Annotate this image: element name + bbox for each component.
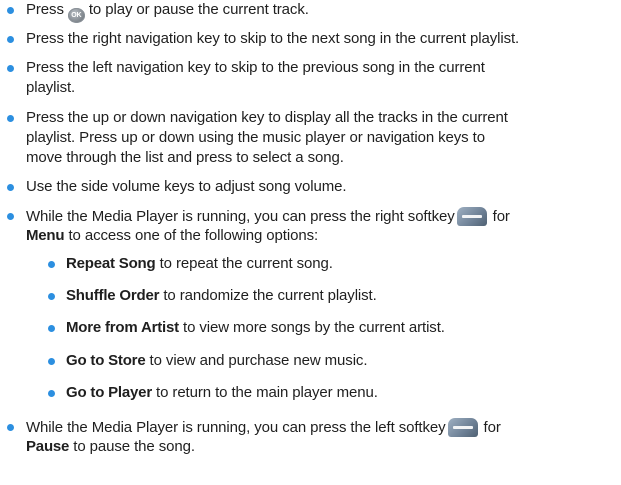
bullet-icon — [48, 358, 55, 365]
list-item-text: Pause to pause the song. — [26, 438, 195, 455]
list-item-text: Press OK to play or pause the current trac… — [26, 1, 309, 23]
bullet-icon — [7, 65, 14, 72]
list-item-text: Press the up or down navigation key to d… — [26, 109, 508, 126]
bullet-icon — [7, 184, 14, 191]
manual-page: Press OK to play or pause the current trac… — [0, 0, 621, 485]
bullet-icon — [7, 424, 14, 431]
list-item-text: While the Media Player is running, you c… — [26, 207, 510, 226]
list-item-text: Press the left navigation key to skip to… — [26, 59, 485, 76]
list-item-text: Repeat Song to repeat the current song. — [66, 255, 333, 272]
right-softkey-icon — [456, 207, 487, 226]
list-item-text: Use the side volume keys to adjust song … — [26, 178, 347, 195]
bullet-icon — [48, 261, 55, 268]
bullet-icon — [48, 325, 55, 332]
ok-key-icon: OK — [67, 8, 85, 23]
list-item-text: move through the list and press to selec… — [26, 149, 344, 166]
list-item-text: playlist. Press up or down using the mus… — [26, 129, 485, 146]
list-item-text: Press the right navigation key to skip t… — [26, 30, 520, 47]
bullet-icon — [7, 115, 14, 122]
list-item-text: Go to Store to view and purchase new mus… — [66, 352, 368, 369]
list-item-text: Shuffle Order to randomize the current p… — [66, 287, 377, 304]
bullet-icon — [48, 390, 55, 397]
bullet-icon — [48, 293, 55, 300]
bullet-icon — [7, 7, 14, 14]
bullet-icon — [7, 36, 14, 43]
list-item-text: Menu to access one of the following opti… — [26, 227, 319, 244]
list-item-text: Go to Player to return to the main playe… — [66, 384, 378, 401]
list-item-text: playlist. — [26, 79, 76, 96]
left-softkey-icon — [447, 418, 478, 437]
bullet-icon — [7, 213, 14, 220]
list-item-text: More from Artist to view more songs by t… — [66, 319, 445, 336]
list-item-text: While the Media Player is running, you c… — [26, 418, 501, 437]
